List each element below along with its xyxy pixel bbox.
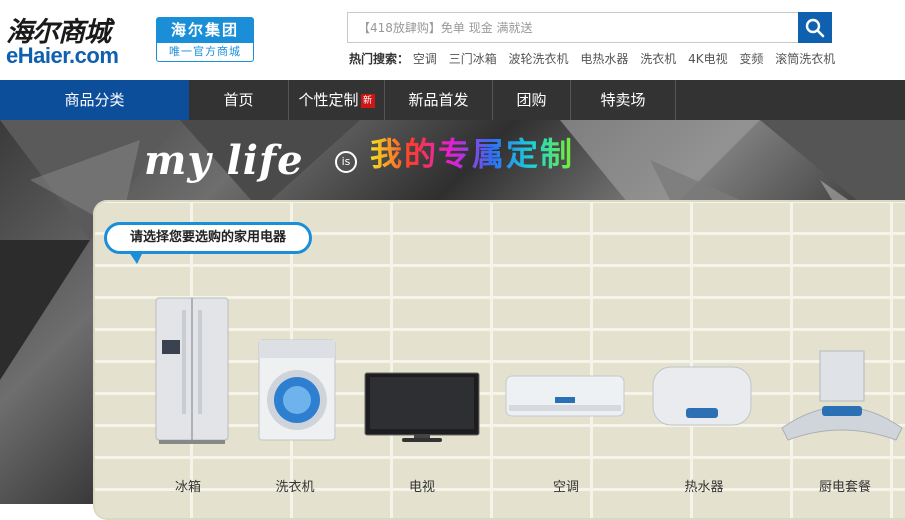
product-label-water-heater[interactable]: 热水器 <box>664 476 744 495</box>
washing-machine-image[interactable] <box>257 338 337 444</box>
ehaier-logo[interactable]: 海尔商城 eHaier.com <box>6 10 136 70</box>
slogan-text: 我的专属定制 <box>370 135 575 173</box>
nav-item-sale[interactable]: 特卖场 <box>571 80 676 120</box>
hot-searches: 热门搜索： 空调 三门冰箱 波轮洗衣机 电热水器 洗衣机 4K电视 变频 滚筒洗… <box>349 50 843 67</box>
my-life-text: my life <box>144 137 304 184</box>
badge-official-text: 唯一官方商城 <box>169 45 241 58</box>
logo-english: eHaier.com <box>6 43 119 68</box>
nav-item-group-buy[interactable]: 团购 <box>493 80 571 120</box>
nav-item-home[interactable]: 首页 <box>189 80 289 120</box>
product-label-ac[interactable]: 空调 <box>526 476 606 495</box>
nav-item-label: 团购 <box>516 91 547 109</box>
hot-link[interactable]: 空调 <box>413 52 437 66</box>
search-icon <box>805 18 825 37</box>
search-input[interactable] <box>347 12 798 43</box>
nav-item-new-release[interactable]: 新品首发 <box>385 80 493 120</box>
select-appliance-bubble: 请选择您要选购的家用电器 <box>104 222 312 264</box>
hot-link[interactable]: 波轮洗衣机 <box>509 52 569 66</box>
official-store-badge: 海尔集团 唯一官方商城 <box>156 17 254 62</box>
hot-link[interactable]: 洗衣机 <box>640 52 676 66</box>
hot-link[interactable]: 变频 <box>739 52 763 66</box>
nav-item-label: 新品首发 <box>408 91 469 109</box>
product-label-fridge[interactable]: 冰箱 <box>148 476 228 495</box>
hot-link[interactable]: 滚筒洗衣机 <box>775 52 835 66</box>
product-label-tv[interactable]: 电视 <box>382 476 462 495</box>
nav-items: 首页 个性定制新 新品首发 团购 特卖场 <box>189 80 676 120</box>
tv-image[interactable] <box>364 372 480 444</box>
slogan-custom: 我的专属定制 <box>370 129 574 175</box>
nav-item-label: 特卖场 <box>600 91 646 109</box>
nav-item-custom[interactable]: 个性定制新 <box>289 80 385 120</box>
search-bar <box>347 12 832 43</box>
new-badge: 新 <box>360 94 375 108</box>
search-button[interactable] <box>798 12 832 43</box>
product-label-washer[interactable]: 洗衣机 <box>255 476 335 495</box>
hot-search-label: 热门搜索： <box>349 52 410 66</box>
nav-item-label: 首页 <box>223 91 254 109</box>
hot-link[interactable]: 三门冰箱 <box>449 52 497 66</box>
badge-group-name: 海尔集团 <box>157 18 253 43</box>
nav-item-label: 个性定制 <box>298 91 359 109</box>
hot-link[interactable]: 4K电视 <box>688 52 728 66</box>
air-conditioner-image[interactable] <box>505 375 625 419</box>
is-circle: is <box>335 151 357 173</box>
header: 海尔商城 eHaier.com 海尔集团 唯一官方商城 热门搜索： 空调 三门冰… <box>0 0 905 80</box>
product-label-kitchen-set[interactable]: 厨电套餐 <box>805 476 885 495</box>
nav-category-menu[interactable]: 商品分类 <box>0 80 189 120</box>
fridge-image[interactable] <box>153 296 233 446</box>
range-hood-image[interactable] <box>778 350 905 446</box>
main-nav: 商品分类 首页 个性定制新 新品首发 团购 特卖场 <box>0 80 905 120</box>
hot-link[interactable]: 电热水器 <box>580 52 628 66</box>
water-heater-image[interactable] <box>652 366 752 430</box>
